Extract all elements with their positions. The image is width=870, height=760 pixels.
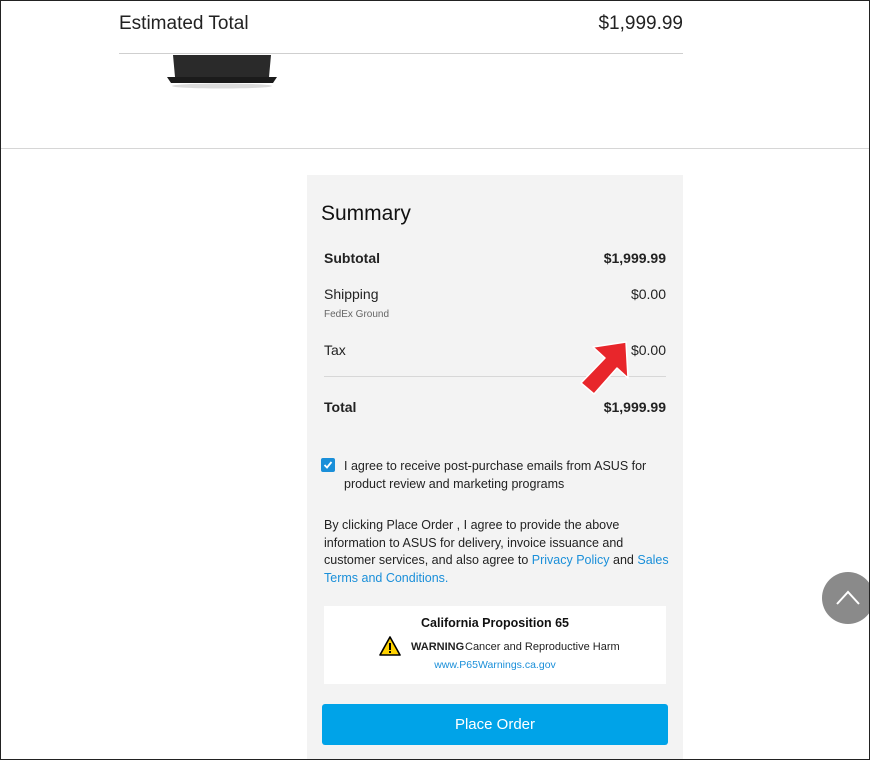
cart-top-section: Estimated Total $1,999.99 — [0, 0, 870, 149]
warning-triangle-icon — [379, 636, 401, 656]
chevron-up-icon — [836, 590, 860, 605]
back-to-top-button[interactable] — [822, 572, 870, 624]
subtotal-label: Subtotal — [324, 250, 380, 266]
checkmark-icon — [323, 461, 333, 469]
prop65-box: California Proposition 65 WARNING Cancer… — [324, 606, 666, 684]
shipping-label: Shipping — [324, 286, 379, 302]
legal-notice: By clicking Place Order , I agree to pro… — [324, 517, 669, 587]
shipping-method: FedEx Ground — [324, 309, 390, 320]
privacy-policy-link[interactable]: Privacy Policy — [532, 553, 610, 567]
shipping-value: $0.00 — [630, 286, 666, 302]
prop65-link[interactable]: www.P65Warnings.ca.gov — [324, 659, 666, 671]
summary-title: Summary — [321, 202, 411, 225]
red-arrow-icon — [580, 341, 629, 395]
total-label: Total — [324, 399, 357, 415]
prop65-warning-word: WARNING — [411, 641, 465, 653]
estimated-total-label: Estimated Total — [119, 13, 249, 34]
legal-notice-and: and — [609, 553, 638, 567]
email-consent-checkbox[interactable] — [321, 458, 335, 472]
estimated-total-row: Estimated Total $1,999.99 — [119, 10, 683, 54]
laptop-image — [167, 55, 277, 89]
email-consent-text[interactable]: I agree to receive post-purchase emails … — [344, 457, 664, 493]
prop65-title: California Proposition 65 — [421, 616, 569, 630]
order-summary-panel: Summary Subtotal $1,999.99 Shipping $0.0… — [307, 175, 683, 760]
prop65-warning-text: Cancer and Reproductive Harm — [465, 641, 620, 653]
estimated-total-value: $1,999.99 — [598, 13, 683, 34]
total-value: $1,999.99 — [603, 399, 666, 415]
tax-label: Tax — [324, 342, 346, 358]
legal-notice-period: . — [444, 570, 449, 585]
place-order-button[interactable]: Place Order — [322, 704, 668, 745]
tax-value: $0.00 — [630, 342, 666, 358]
subtotal-value: $1,999.99 — [603, 250, 666, 266]
